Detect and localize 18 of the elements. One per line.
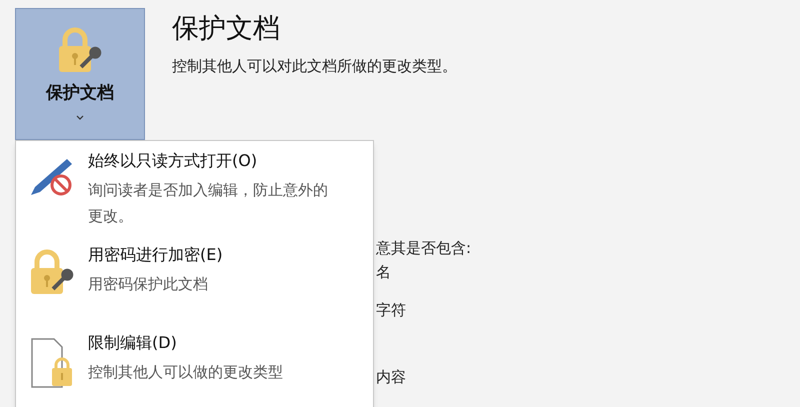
- chevron-down-icon: [76, 114, 84, 120]
- menu-item-title: 始终以只读方式打开(O): [88, 150, 258, 172]
- menu-item[interactable]: 用密码进行加密(E) 用密码保护此文档: [16, 242, 373, 331]
- info-text: 字符: [376, 300, 407, 320]
- protect-document-button[interactable]: 保护文档: [15, 8, 145, 140]
- menu-item-title: 限制编辑(D): [88, 332, 178, 354]
- menu-item-description: 控制其他人可以做的更改类型: [88, 362, 284, 383]
- info-text: 名: [376, 262, 392, 282]
- menu-item[interactable]: 限制编辑(D) 控制其他人可以做的更改类型: [16, 330, 373, 407]
- menu-item[interactable]: 始终以只读方式打开(O) 询问读者是否加入编辑，防止意外的更改。: [16, 149, 373, 243]
- menu-item-title: 用密码进行加密(E): [88, 244, 224, 266]
- section-description: 控制其他人可以对此文档所做的更改类型。: [172, 56, 457, 77]
- info-text: 内容: [376, 367, 407, 387]
- section-title: 保护文档: [172, 12, 281, 46]
- menu-item-description: 用密码保护此文档: [88, 274, 209, 295]
- menu-item-description: 询问读者是否加入编辑，防止意外的更改。: [88, 180, 329, 227]
- info-text: 意其是否包含:: [376, 238, 472, 258]
- document-lock-icon: [30, 336, 74, 389]
